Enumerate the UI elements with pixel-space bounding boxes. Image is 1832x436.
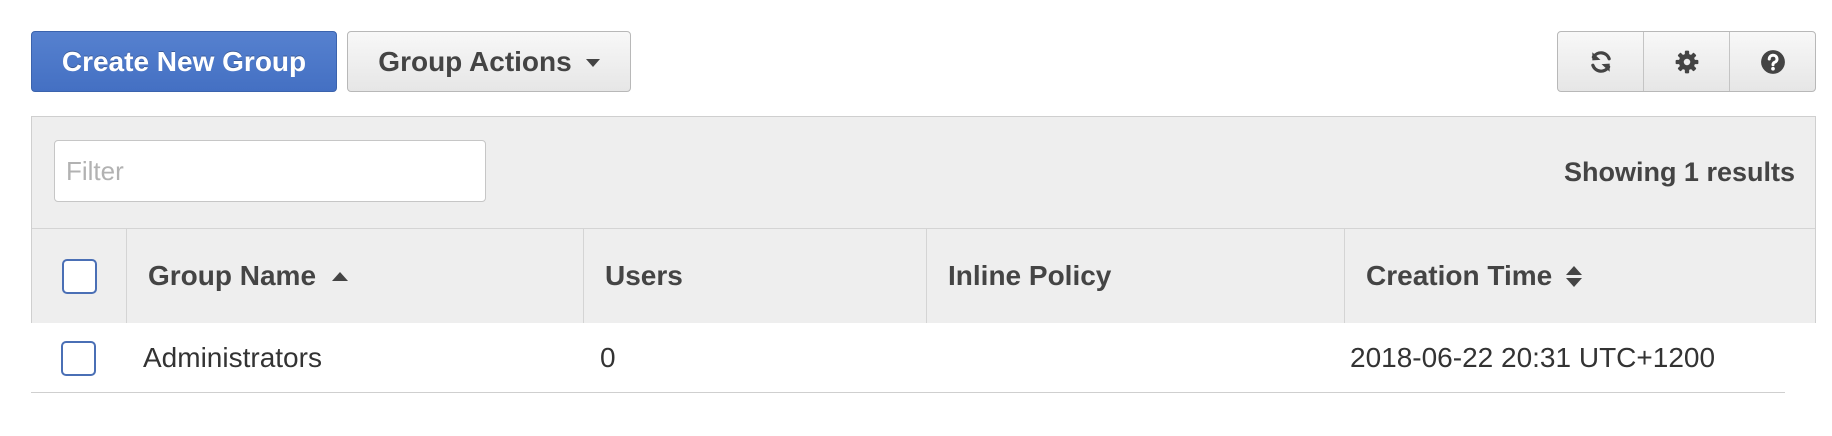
column-label-inline-policy: Inline Policy <box>948 260 1112 291</box>
row-select-cell <box>31 323 126 393</box>
table-tools <box>1557 31 1816 92</box>
groups-table-panel: Showing 1 results Group Name Users Inlin… <box>31 116 1816 323</box>
toolbar: Create New Group Group Actions <box>31 31 1816 92</box>
column-header-users: Users <box>584 229 927 323</box>
sort-ascending-icon <box>332 271 349 281</box>
column-header-creation-time[interactable]: Creation Time <box>1345 229 1817 323</box>
column-header-inline-policy: Inline Policy <box>927 229 1345 323</box>
create-new-group-button[interactable]: Create New Group <box>31 31 337 92</box>
create-new-group-label: Create New Group <box>61 45 307 77</box>
creation-time-cell: 2018-06-22 20:31 UTC+1200 <box>1350 342 1716 373</box>
column-label-users: Users <box>605 260 683 291</box>
help-icon <box>1760 49 1785 74</box>
table-row[interactable]: Administrators 0 2018-06-22 20:31 UTC+12… <box>31 323 1785 393</box>
select-all-checkbox[interactable] <box>61 258 97 294</box>
inline-policy-cell <box>943 323 1343 393</box>
users-cell: 0 <box>600 342 616 373</box>
caret-down-icon <box>585 58 600 67</box>
refresh-button[interactable] <box>1558 32 1644 91</box>
group-name-cell: Administrators <box>143 342 322 373</box>
table-header: Group Name Users Inline Policy Creation … <box>32 229 1815 323</box>
column-label-group-name: Group Name <box>148 260 317 291</box>
group-actions-label: Group Actions <box>378 45 572 77</box>
filter-input[interactable] <box>54 140 486 202</box>
filter-bar: Showing 1 results <box>32 117 1815 229</box>
sortable-icon <box>1566 265 1583 287</box>
refresh-icon <box>1590 50 1611 73</box>
settings-button[interactable] <box>1644 32 1730 91</box>
column-header-group-name[interactable]: Group Name <box>127 229 584 323</box>
column-label-creation-time: Creation Time <box>1366 260 1553 291</box>
group-actions-dropdown[interactable]: Group Actions <box>347 31 631 92</box>
row-checkbox[interactable] <box>61 340 96 376</box>
results-count: Showing 1 results <box>1563 157 1795 187</box>
select-all-cell <box>32 229 127 323</box>
help-button[interactable] <box>1730 32 1815 91</box>
gear-icon <box>1675 50 1698 73</box>
